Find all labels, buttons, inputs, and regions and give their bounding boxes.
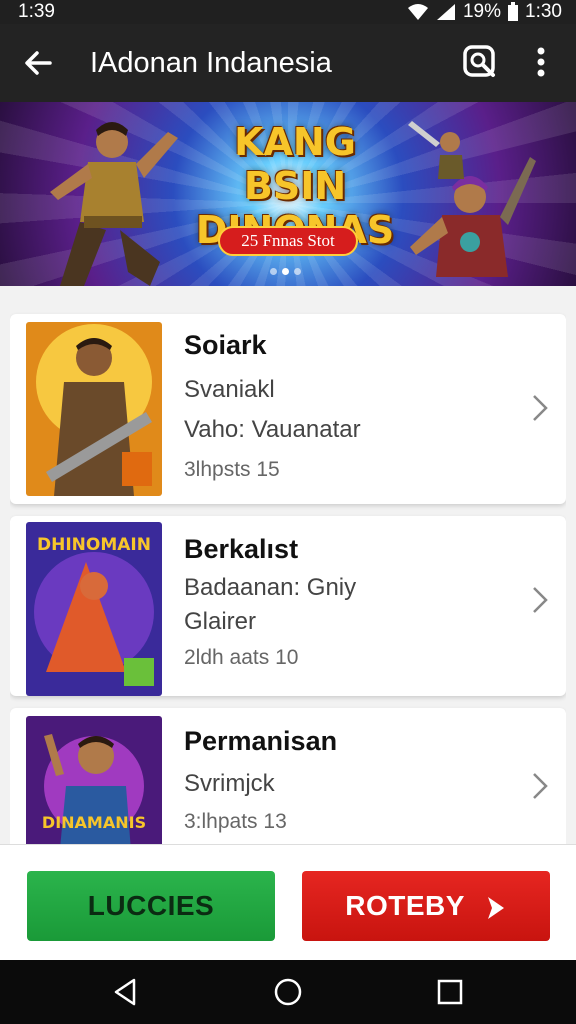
item-description: Glairer: [184, 608, 257, 635]
status-icons: 19% 1:30: [407, 0, 562, 24]
chevron-right-icon: [533, 587, 548, 613]
banner-title-line-1: KANG BSIN: [234, 120, 356, 208]
roteby-button-label: ROTEBY: [345, 890, 465, 921]
page-title: IAdonan Indanesia: [90, 47, 332, 79]
status-bar: 1:39 19% 1:30: [0, 0, 576, 24]
item-meta: 2ldh aats 10: [184, 646, 299, 669]
promo-banner[interactable]: KANG BSIN DINONAS 25 Fnnas Stot: [0, 102, 576, 286]
game-thumbnail: DINAMANIS: [26, 716, 162, 844]
item-meta: 3:lhpats 13: [184, 810, 287, 833]
signal-icon: [436, 4, 455, 20]
status-time: 1:39: [18, 1, 55, 22]
game-thumbnail: [26, 322, 162, 496]
item-title: Berkalıst: [184, 534, 299, 564]
item-subtitle: Badaanan: Gniy: [184, 574, 357, 601]
item-subtitle: Svaniakl: [184, 376, 275, 403]
status-time-right: 1:30: [525, 1, 562, 22]
roteby-button[interactable]: ROTEBY: [302, 871, 550, 941]
battery-icon: [508, 2, 519, 21]
nav-home-icon[interactable]: [272, 976, 304, 1008]
app-bar: IAdonan Indanesia: [0, 24, 576, 102]
thumbnail-label: DINAMANIS: [42, 813, 146, 832]
item-title: Soiark: [184, 330, 267, 360]
luccies-button[interactable]: LUCCIES: [27, 871, 275, 941]
wifi-icon: [407, 4, 428, 20]
nav-back-icon[interactable]: [110, 976, 142, 1008]
action-bar: LUCCIES ROTEBY: [0, 844, 576, 960]
item-meta: 3lhpsts 15: [184, 458, 280, 481]
banner-badge[interactable]: 25 Fnnas Stot: [218, 226, 358, 256]
list-item[interactable]: DINAMANIS Permanisan Svrimjck 3:lhpats 1…: [10, 708, 566, 844]
play-arrow-icon: [487, 896, 504, 919]
chevron-right-icon: [533, 773, 548, 799]
battery-percent: 19%: [462, 1, 502, 22]
warrior-illustration-left: [50, 122, 178, 286]
carousel-dot[interactable]: [294, 268, 301, 275]
luccies-button-label: LUCCIES: [87, 890, 215, 921]
game-thumbnail: DHINOMAIN: [26, 522, 162, 696]
back-arrow-icon[interactable]: [20, 44, 58, 82]
warrior-illustration-right: [408, 121, 536, 277]
system-nav-bar: [0, 960, 576, 1024]
search-icon[interactable]: [460, 42, 500, 82]
list-item[interactable]: DHINOMAIN Berkalıst Badaanan: Gniy Glair…: [10, 516, 566, 696]
carousel-dots[interactable]: [270, 268, 301, 275]
carousel-dot[interactable]: [270, 268, 277, 275]
more-vert-icon[interactable]: [526, 42, 556, 82]
nav-recents-icon[interactable]: [434, 976, 466, 1008]
chevron-right-icon: [533, 395, 548, 421]
carousel-dot-active[interactable]: [282, 268, 289, 275]
item-description: Vaho: Vauanatar: [184, 416, 361, 443]
thumbnail-label: DHINOMAIN: [37, 535, 151, 555]
item-title: Permanisan: [184, 726, 338, 756]
item-subtitle: Svrimjck: [184, 770, 275, 797]
game-list: Soiark Svaniakl Vaho: Vauanatar 3lhpsts …: [10, 298, 566, 844]
list-item[interactable]: Soiark Svaniakl Vaho: Vauanatar 3lhpsts …: [10, 314, 566, 504]
